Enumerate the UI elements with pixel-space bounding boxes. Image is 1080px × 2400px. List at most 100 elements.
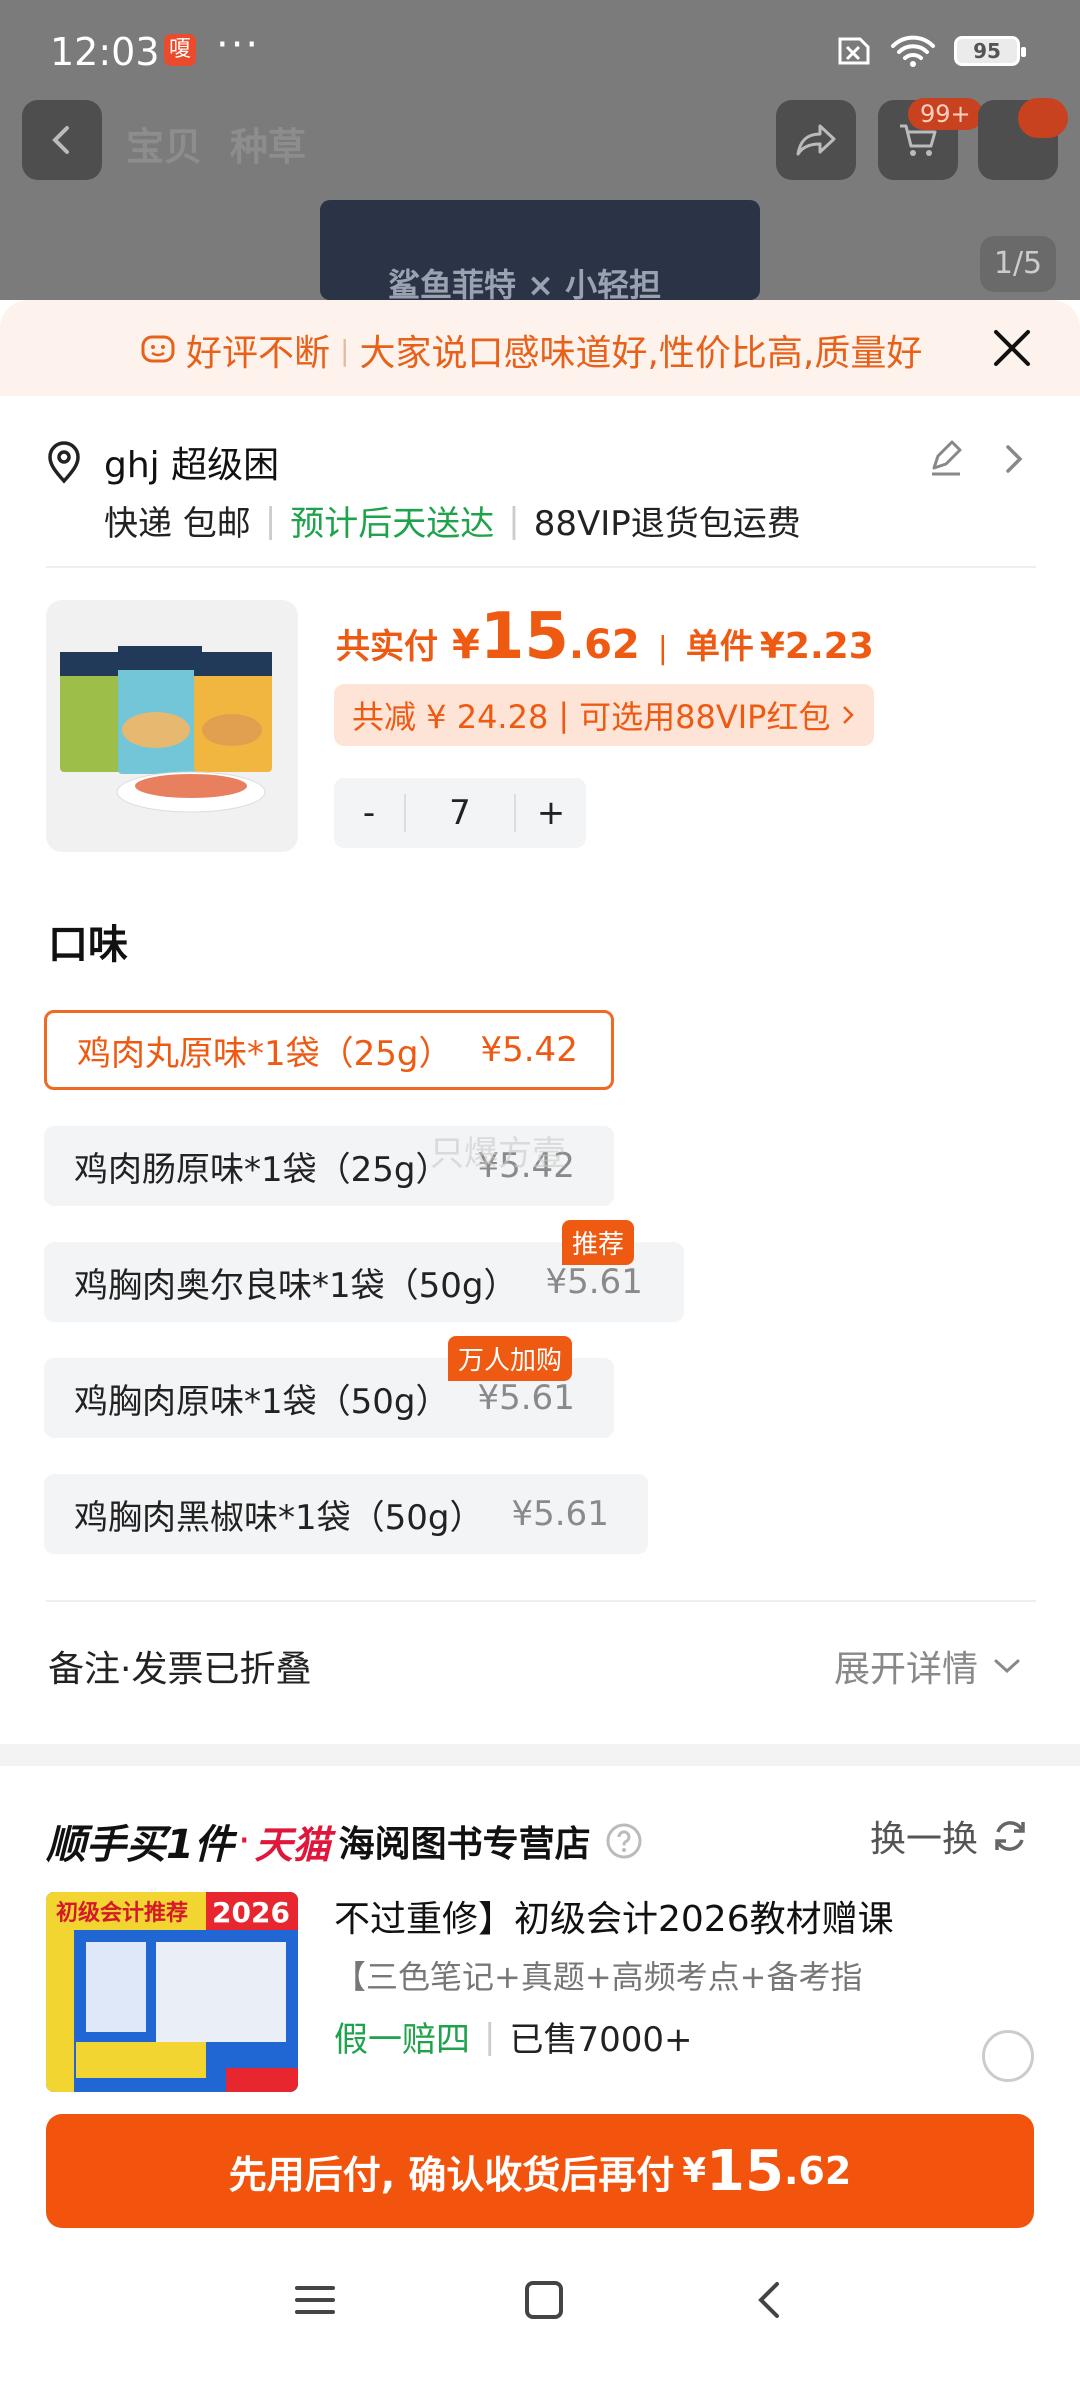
section-gap: [0, 1744, 1080, 1766]
book-thumbnail[interactable]: 初级会计推荐 2026: [46, 1892, 298, 2092]
divider: |: [657, 631, 668, 666]
quantity-value[interactable]: 7: [404, 794, 516, 832]
wifi-icon: [891, 35, 935, 67]
cart-count-badge: 99+: [908, 98, 983, 130]
decrement-button[interactable]: -: [334, 793, 404, 833]
product-packages-image: [60, 646, 272, 813]
sim-off-icon: [838, 37, 870, 65]
popular-tag: 万人加购: [448, 1336, 573, 1381]
system-nav-bar: [0, 2240, 1080, 2360]
total-price: 共实付 ¥ 15 .62 | 单件 ¥2.23: [336, 600, 874, 674]
divider: |: [484, 2016, 496, 2057]
review-summary: 大家说口感味道好,性价比高,质量好: [359, 333, 923, 374]
product-brand-text: 鲨鱼菲特 × 小轻担: [388, 266, 662, 300]
flavor-section-title: 口味: [48, 922, 128, 968]
book-cover-image: 初级会计推荐 2026: [46, 1892, 298, 2092]
location-icon: [48, 441, 80, 484]
add-on-title: 顺手买1件: [46, 1822, 234, 1868]
flavor-option-selected[interactable]: 鸡肉丸原味*1袋（25g） ¥5.42: [44, 1010, 614, 1090]
add-on-select-radio[interactable]: [982, 2030, 1034, 2082]
flavor-option-name: 鸡肉肠原味*1袋（25g）: [74, 1149, 450, 1190]
address-name[interactable]: ghj 超级困: [104, 436, 279, 488]
status-time: 12:03: [50, 30, 160, 74]
more-notifications-icon: ···: [216, 22, 261, 68]
menu-icon[interactable]: [293, 2280, 337, 2320]
guarantee-badge: 假一赔四: [334, 2020, 470, 2060]
quantity-stepper: - 7 +: [334, 778, 586, 848]
review-text: 好评不断 | 大家说口感味道好,性价比高,质量好: [140, 324, 922, 376]
status-bar: 12:03 嗄 ··· 95: [0, 0, 1080, 100]
back-arrow-icon: [52, 126, 69, 154]
discount-pill[interactable]: 共减 ¥ 24.28 | 可选用88VIP红包: [334, 684, 875, 746]
book-badges: 假一赔四 | 已售7000+: [334, 2012, 692, 2061]
flavor-option-name: 鸡胸肉原味*1袋（50g）: [74, 1381, 450, 1422]
flavor-option[interactable]: 鸡胸肉黑椒味*1袋（50g） ¥5.61: [44, 1474, 648, 1554]
app-notification-icon: 嗄: [164, 34, 196, 66]
cover-text: 初级会计推荐: [56, 1900, 188, 1926]
review-label: 好评不断: [186, 333, 331, 374]
edit-icon[interactable]: [926, 438, 966, 478]
battery-icon: 95: [954, 36, 1026, 66]
tab-grass[interactable]: 种草: [230, 116, 306, 171]
swap-label: 换一换: [870, 1819, 979, 1860]
close-icon[interactable]: [988, 324, 1036, 372]
divider: |: [558, 696, 570, 734]
help-icon[interactable]: [605, 1822, 643, 1860]
tab-item[interactable]: 宝贝: [126, 116, 202, 171]
expand-details-button[interactable]: 展开详情: [834, 1640, 1022, 1692]
cover-year: 2026: [212, 1896, 290, 1929]
shipping-method: 快递 包邮: [104, 504, 251, 544]
book-subtitle: 【三色笔记+真题+高频考点+备考指: [334, 1958, 863, 1996]
swap-button[interactable]: 换一换: [870, 1810, 1030, 1862]
chevron-right-icon: [843, 706, 855, 724]
shipping-info: 快递 包邮 | 预计后天送达 | 88VIP退货包运费: [104, 496, 801, 545]
message-badge: [1018, 98, 1068, 138]
currency-symbol: ¥: [452, 622, 480, 668]
notes-invoice-label[interactable]: 备注·发票已折叠: [48, 1640, 311, 1692]
share-button[interactable]: [776, 100, 856, 180]
background-product-page: 12:03 嗄 ··· 95 宝贝 种草 99+ 鲨鱼菲特 × 小轻担 1/5: [0, 0, 1080, 300]
unit-price-value: ¥2.23: [759, 626, 874, 667]
currency-symbol: ¥: [682, 2151, 707, 2191]
product-thumbnail[interactable]: [46, 600, 298, 852]
purchase-sheet: 好评不断 | 大家说口感味道好,性价比高,质量好 ghj 超级困 快递 包邮 |…: [0, 300, 1080, 2400]
back-button[interactable]: [22, 100, 102, 180]
vip-coupon-text: 可选用88VIP红包: [579, 698, 831, 736]
chevron-right-icon[interactable]: [998, 442, 1028, 476]
pay-later-label: 先用后付, 确认收货后再付: [228, 2152, 675, 2197]
home-icon[interactable]: [522, 2278, 566, 2322]
chevron-down-icon: [994, 1659, 1020, 1674]
flavor-option-price: ¥5.42: [480, 1030, 578, 1070]
pay-later-button[interactable]: 先用后付, 确认收货后再付 ¥ 15 .62: [46, 2114, 1034, 2228]
divider: |: [340, 333, 350, 367]
divider: [46, 566, 1036, 568]
total-price-decimal: .62: [568, 622, 640, 668]
total-price-label: 共实付: [336, 627, 438, 667]
recommended-tag: 推荐: [562, 1220, 635, 1265]
back-icon[interactable]: [751, 2278, 787, 2322]
tmall-logo: 天猫: [254, 1822, 331, 1867]
status-icons: 95: [832, 34, 1026, 68]
smile-icon: [141, 335, 175, 363]
pay-amount-integer: 15: [706, 2138, 784, 2204]
flavor-option-price: ¥5.61: [545, 1262, 643, 1302]
share-icon: [796, 124, 836, 156]
expand-details-label: 展开详情: [834, 1649, 979, 1690]
pay-amount-decimal: .62: [783, 2149, 852, 2193]
divider: |: [264, 500, 277, 541]
dot-separator: ·: [237, 1818, 251, 1864]
flavor-option-name: 鸡胸肉黑椒味*1袋（50g）: [74, 1497, 484, 1538]
book-title[interactable]: 不过重修】初级会计2026教材赠课: [334, 1890, 894, 1942]
divider: |: [508, 500, 520, 541]
flavor-option-name: 鸡胸肉奥尔良味*1袋（50g）: [74, 1265, 518, 1306]
store-name[interactable]: 海阅图书专营店: [339, 1815, 591, 1867]
review-banner: 好评不断 | 大家说口感味道好,性价比高,质量好: [0, 300, 1080, 396]
flavor-option-price: ¥5.61: [511, 1494, 609, 1534]
increment-button[interactable]: +: [516, 793, 586, 833]
discount-amount: 共减 ¥ 24.28: [352, 698, 549, 736]
product-top-nav: 宝贝 种草 99+: [0, 98, 1080, 200]
sold-count: 已售7000+: [509, 2020, 693, 2060]
add-on-header: 顺手买1件 · 天猫 海阅图书专营店: [46, 1812, 643, 1870]
flavor-option-name: 鸡肉丸原味*1袋（25g）: [77, 1033, 453, 1074]
delivery-estimate: 预计后天送达: [290, 504, 495, 544]
